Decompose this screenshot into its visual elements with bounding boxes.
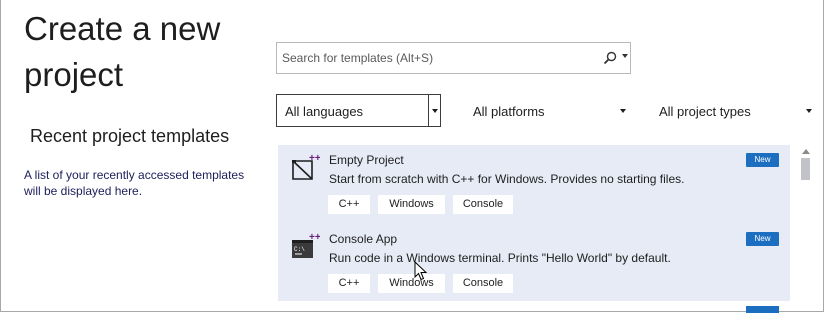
template-list[interactable]: ++ Empty Project Start from scratch with… [278,145,790,301]
tag-project-type: Console [453,195,513,214]
new-badge: New [746,232,779,246]
tag-language: C++ [328,195,370,214]
platform-filter-dropdown[interactable]: All platforms [466,94,632,127]
recent-templates-heading: Recent project templates [30,126,230,146]
search-options-chevron-icon[interactable] [622,54,628,58]
svg-text:C:\: C:\ [294,246,305,253]
project-type-filter-value: All project types [659,104,751,119]
page-title: Create a new project [24,10,221,93]
template-name: Empty Project [329,153,404,167]
search-icon[interactable] [603,51,617,65]
svg-text:++: ++ [309,153,320,164]
tag-language: C++ [328,274,370,293]
template-name: Console App [329,232,398,246]
tag-platform: Windows [378,274,445,293]
tag-project-type: Console [453,274,513,293]
project-type-filter-dropdown[interactable]: All project types [652,94,818,127]
template-description: Run code in a Windows terminal. Prints "… [329,251,671,265]
chevron-down-icon [806,109,812,113]
empty-project-icon: ++ [292,153,320,180]
template-list-scrollbar[interactable] [797,145,814,305]
search-input[interactable] [278,44,602,72]
language-filter-value: All languages [285,104,364,119]
mouse-cursor-icon [414,261,428,281]
platform-filter-value: All platforms [473,104,545,119]
template-description: Start from scratch with C++ for Windows.… [329,172,685,186]
svg-text:++: ++ [309,232,320,243]
next-item-badge-partial [746,306,779,313]
scroll-up-arrow-icon[interactable] [802,149,810,154]
search-box[interactable] [276,42,631,74]
template-item-console-app[interactable]: C:\ ++ Console App Run code in a Windows… [278,224,790,303]
recent-templates-description: A list of your recently accessed templat… [24,168,245,198]
chevron-down-icon [620,109,626,113]
template-item-empty-project[interactable]: ++ Empty Project Start from scratch with… [278,145,790,224]
tag-platform: Windows [378,195,445,214]
chevron-down-icon [432,109,438,113]
scroll-thumb[interactable] [801,158,810,180]
console-app-icon: C:\ ++ [292,232,320,258]
dropdown-separator [428,95,429,126]
language-filter-dropdown[interactable]: All languages [276,94,441,127]
new-badge: New [746,153,779,167]
